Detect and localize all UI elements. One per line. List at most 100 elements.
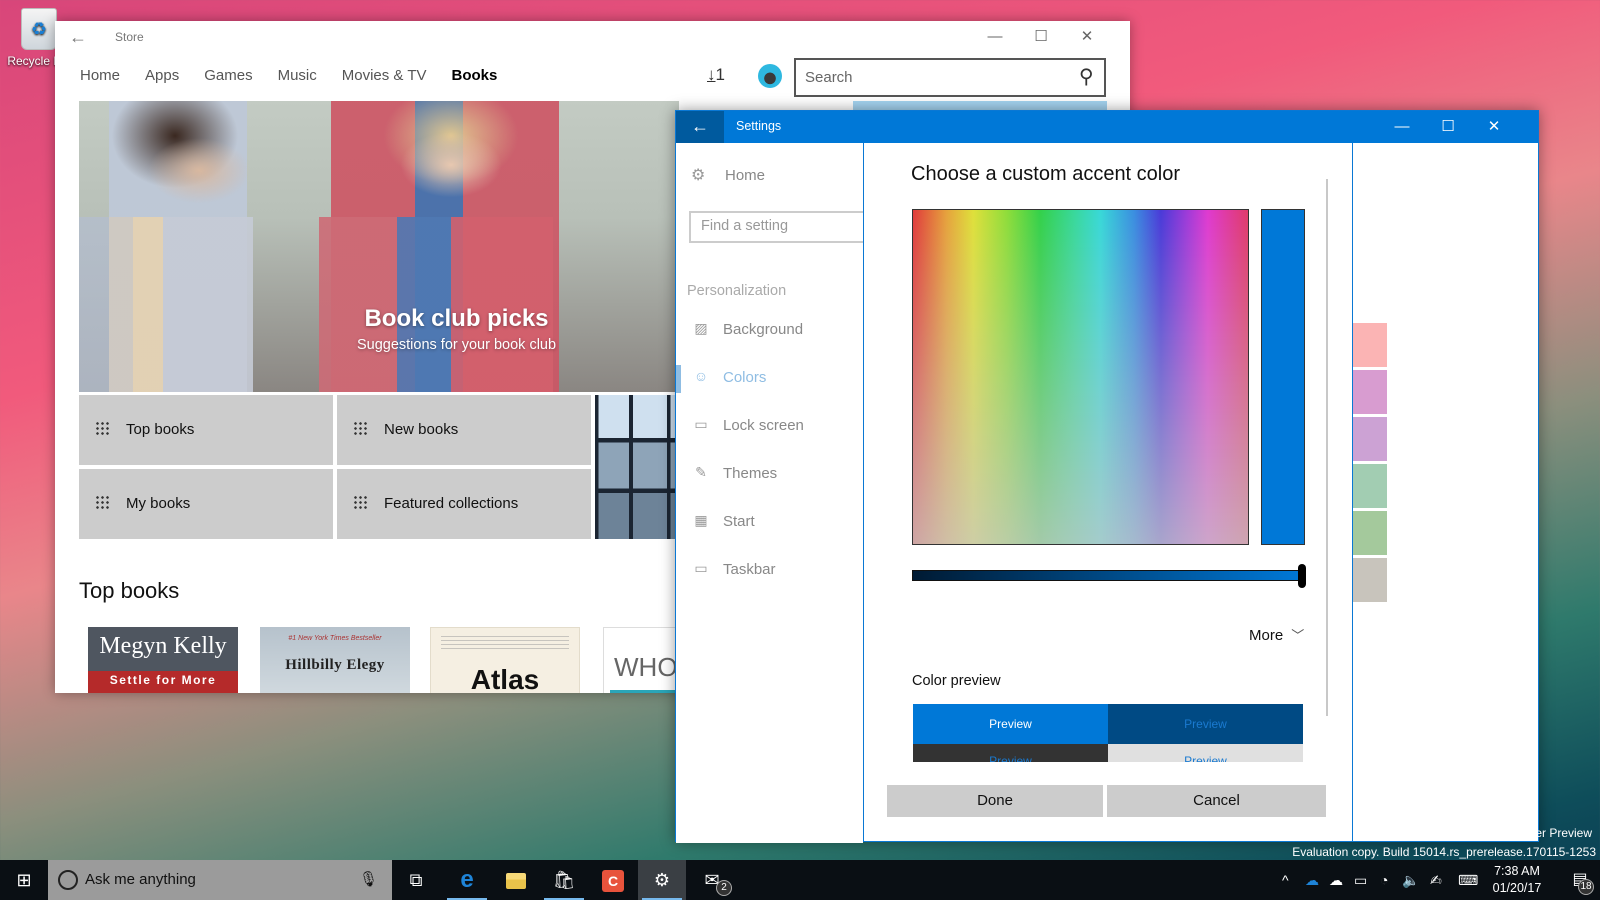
done-button[interactable]: Done [887, 785, 1103, 817]
taskbar-store[interactable]: 🛍 [540, 860, 588, 900]
grid-icon [353, 495, 367, 509]
sidebar-item-label: Themes [723, 465, 778, 482]
taskbar-file-explorer[interactable] [492, 860, 540, 900]
photo-tile[interactable] [595, 395, 685, 539]
sidebar-item-colors[interactable]: ☺ Colors [676, 359, 863, 399]
pen-ink-icon[interactable]: ✍ [1430, 860, 1442, 900]
home-label: Home [725, 167, 766, 184]
nav-games[interactable]: Games [204, 67, 252, 84]
store-bag-icon: 🛍 [552, 870, 576, 890]
start-button[interactable]: ⊞ [0, 860, 48, 900]
tile-featured-collections[interactable]: Featured collections [337, 469, 591, 539]
accent-color-swatch[interactable] [1353, 370, 1387, 414]
nav-music[interactable]: Music [278, 67, 317, 84]
book-author: Megyn Kelly [99, 633, 227, 659]
back-arrow-icon[interactable]: ← [69, 27, 87, 48]
book-tagline: #1 New York Times Bestseller [288, 635, 382, 642]
book-cover-graphic [610, 690, 680, 693]
store-search-input[interactable]: Search ⚲ [794, 58, 1106, 97]
nav-books[interactable]: Books [452, 67, 498, 84]
tile-label: Featured collections [384, 495, 519, 512]
nav-home[interactable]: Home [80, 67, 120, 84]
show-hidden-icons-button[interactable]: ^ [1282, 860, 1289, 900]
nav-apps[interactable]: Apps [145, 67, 179, 84]
book-cover-settle-for-more[interactable]: Megyn Kelly Settle for More [88, 627, 238, 693]
settings-home[interactable]: ⚙ Home [691, 165, 765, 185]
preview-light-theme: Preview [1108, 744, 1303, 762]
taskbar-red-app[interactable]: C [589, 860, 637, 900]
tile-label: Top books [126, 421, 195, 438]
maximize-button[interactable]: ☐ [1425, 111, 1471, 143]
tile-new-books[interactable]: New books [337, 395, 591, 465]
settings-sidebar: ⚙ Home Find a setting Personalization ▨ B… [676, 143, 869, 843]
sidebar-item-themes[interactable]: ✎ Themes [676, 455, 863, 495]
cortana-search-box[interactable]: Ask me anything 🎙 [48, 860, 392, 900]
accent-color-swatch[interactable] [1353, 417, 1387, 461]
close-button[interactable]: ✕ [1471, 111, 1517, 143]
settings-app-title: Settings [736, 119, 782, 133]
sidebar-item-lock-screen[interactable]: ▭ Lock screen [676, 407, 863, 447]
action-center-button[interactable]: ▤ 18 [1560, 860, 1600, 900]
volume-icon[interactable]: 🔈 [1402, 860, 1419, 900]
taskbar-edge[interactable]: e [443, 860, 491, 900]
find-setting-placeholder: Find a setting [701, 218, 789, 234]
nav-movies-tv[interactable]: Movies & TV [342, 67, 427, 84]
hero-banner[interactable]: Book club picks Suggestions for your boo… [79, 101, 679, 392]
tile-my-books[interactable]: My books [79, 469, 333, 539]
clock[interactable]: 7:38 AM 01/20/17 [1482, 863, 1552, 897]
taskbar-settings[interactable]: ⚙ [638, 860, 686, 900]
edge-icon: e [460, 866, 474, 893]
tile-top-books[interactable]: Top books [79, 395, 333, 465]
task-view-button[interactable]: ⧉ [392, 860, 440, 900]
lock-screen-icon: ▭ [694, 416, 708, 432]
settings-titlebar: ← Settings — ☐ ✕ [676, 111, 1538, 143]
dialog-scrollbar[interactable] [1326, 179, 1328, 716]
sidebar-item-label: Start [723, 513, 755, 530]
accent-color-swatch[interactable] [1353, 464, 1387, 508]
selected-color-swatch [1261, 209, 1305, 545]
book-cover-hillbilly-elegy[interactable]: #1 New York Times Bestseller Hillbilly E… [260, 627, 410, 693]
accent-color-swatch[interactable] [1353, 558, 1387, 602]
clock-time: 7:38 AM [1494, 864, 1540, 878]
find-setting-input[interactable]: Find a setting [689, 211, 869, 243]
search-icon[interactable]: ⚲ [1079, 64, 1094, 89]
taskbar-mail[interactable]: ✉ 2 [688, 860, 736, 900]
accent-color-swatch[interactable] [1353, 511, 1387, 555]
onedrive-personal-icon[interactable]: ☁ [1329, 860, 1343, 900]
microphone-icon[interactable]: 🎙 [359, 870, 378, 888]
sidebar-item-taskbar[interactable]: ▭ Taskbar [676, 551, 863, 591]
downloads-button[interactable]: ↓1 [707, 65, 725, 85]
cancel-button[interactable]: Cancel [1107, 785, 1326, 817]
wifi-icon[interactable]: ◔ [1380, 860, 1388, 900]
back-arrow-icon[interactable]: ← [676, 111, 724, 143]
accent-color-palette [1353, 323, 1387, 605]
touch-keyboard-icon[interactable]: ⌨ [1458, 860, 1478, 900]
sidebar-item-start[interactable]: ▦ Start [676, 503, 863, 543]
onedrive-icon[interactable]: ☁ [1305, 860, 1319, 900]
close-button[interactable]: ✕ [1064, 21, 1110, 53]
store-titlebar: ← Store — ☐ ✕ [55, 21, 1130, 53]
book-title: Settle for More [109, 673, 217, 687]
preview-dark-theme: Preview [913, 744, 1108, 762]
store-nav: Home Apps Games Music Movies & TV Books [80, 67, 522, 84]
minimize-button[interactable]: — [1379, 111, 1425, 143]
hero-title: Book club picks [364, 305, 549, 332]
minimize-button[interactable]: — [972, 21, 1018, 53]
more-button[interactable]: More ﹀ [1249, 625, 1304, 644]
dialog-title: Choose a custom accent color [911, 163, 1181, 185]
accent-color-swatch[interactable] [1353, 323, 1387, 367]
battery-icon[interactable]: ▭ [1354, 860, 1367, 900]
maximize-button[interactable]: ☐ [1018, 21, 1064, 53]
user-avatar[interactable] [758, 64, 782, 88]
brightness-slider[interactable] [912, 570, 1302, 581]
brightness-slider-thumb[interactable] [1298, 564, 1306, 588]
sidebar-item-label: Taskbar [723, 561, 776, 578]
color-spectrum-picker[interactable] [912, 209, 1249, 545]
book-cover-atlas[interactable]: Atlas [430, 627, 580, 693]
sidebar-item-background[interactable]: ▨ Background [676, 311, 863, 351]
book-blurb [441, 636, 569, 650]
settings-window: ← Settings — ☐ ✕ ⚙ Home Find a setting Pe… [675, 110, 1539, 843]
image-icon: ▨ [694, 320, 708, 336]
preview-accent-light: Preview [913, 704, 1108, 744]
clock-date: 01/20/17 [1492, 881, 1542, 895]
